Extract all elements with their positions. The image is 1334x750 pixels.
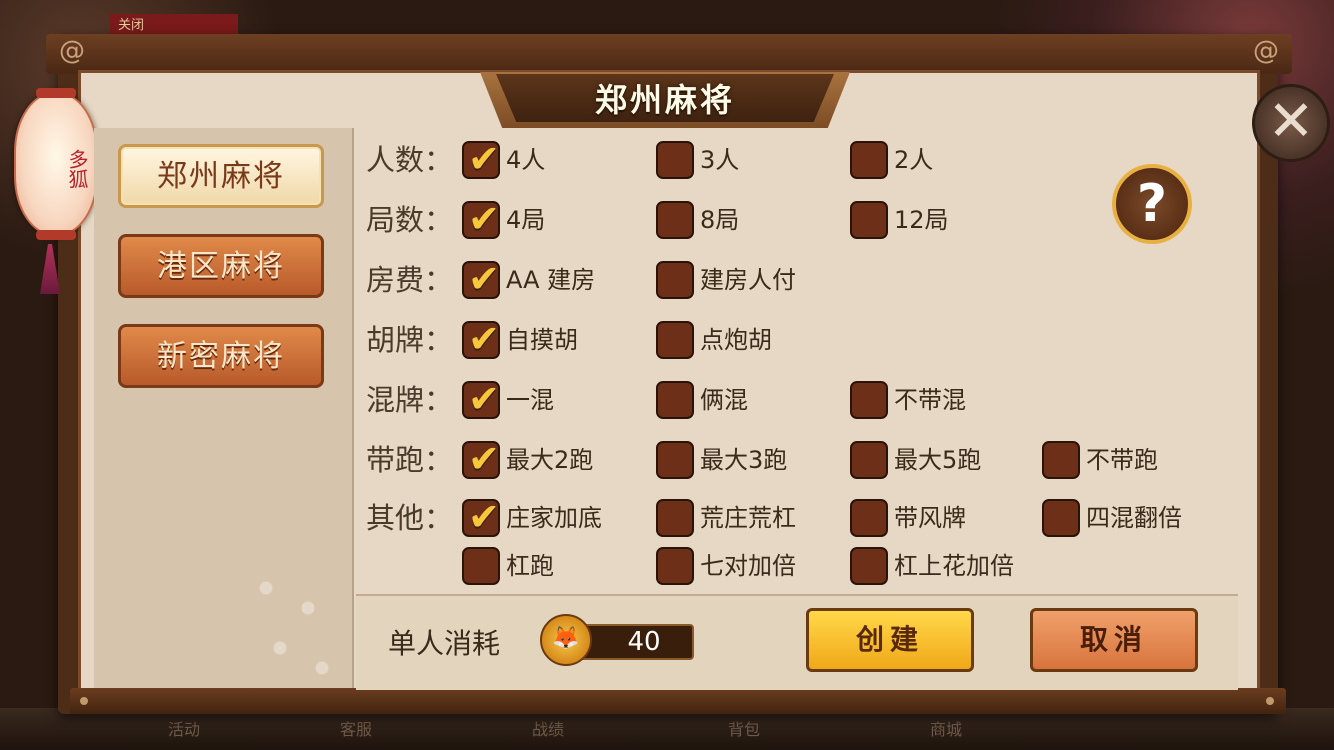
checkmark-icon: ✔ (468, 137, 500, 181)
option-choice-label[interactable]: 四混翻倍 (1086, 498, 1182, 538)
scroll-ornament-icon: @ (59, 36, 85, 66)
scroll-ornament-icon: @ (1253, 36, 1279, 66)
checkmark-icon: ✔ (468, 257, 500, 301)
lantern-cap (36, 88, 76, 98)
checkmark-icon: ✔ (468, 197, 500, 241)
option-checkbox[interactable] (850, 201, 888, 239)
option-row-label: 其他： (366, 501, 454, 535)
option-choice-label[interactable]: 自摸胡 (506, 320, 578, 360)
checkmark-icon: ✔ (468, 495, 500, 539)
option-checkbox[interactable]: ✔ (462, 437, 500, 481)
option-choice-label[interactable]: 3人 (700, 140, 739, 180)
option-checkbox[interactable] (1042, 499, 1080, 537)
option-choice-label[interactable]: 不带跑 (1086, 440, 1158, 480)
option-choice-label[interactable]: AA 建房 (506, 260, 595, 300)
option-checkbox[interactable] (850, 141, 888, 179)
option-checkbox[interactable] (850, 441, 888, 479)
option-choice-label[interactable]: 俩混 (700, 380, 748, 420)
bottom-nav-item[interactable]: 商城 (930, 716, 962, 740)
option-checkbox[interactable] (850, 547, 888, 585)
option-choice-label[interactable]: 最大3跑 (700, 440, 787, 480)
dialog-title: 郑州麻将 (594, 81, 735, 119)
checkmark-icon: ✔ (468, 317, 500, 361)
option-checkbox[interactable] (850, 499, 888, 537)
option-row-label: 混牌： (366, 383, 454, 417)
option-checkbox[interactable] (656, 141, 694, 179)
option-choice-label[interactable]: 庄家加底 (506, 498, 602, 538)
option-row-label: 带跑： (366, 443, 454, 477)
game-tab-zhengzhou[interactable]: 郑州麻将 (118, 144, 324, 208)
rail-rivet-icon (80, 697, 88, 705)
option-choice-label[interactable]: 最大2跑 (506, 440, 593, 480)
option-checkbox[interactable] (656, 201, 694, 239)
checkmark-icon: ✔ (468, 377, 500, 421)
option-row-label: 房费： (366, 263, 454, 297)
dialog-top-rail (46, 34, 1292, 74)
bottom-nav-item[interactable]: 活动 (168, 716, 200, 740)
bottom-nav-item[interactable]: 战绩 (532, 716, 564, 740)
game-tab-gangqu[interactable]: 港区麻将 (118, 234, 324, 298)
create-button[interactable]: 创建 (806, 608, 974, 672)
option-choice-label[interactable]: 杠上花加倍 (894, 546, 1014, 586)
option-choice-label[interactable]: 点炮胡 (700, 320, 772, 360)
option-checkbox[interactable] (656, 261, 694, 299)
option-checkbox[interactable]: ✔ (462, 137, 500, 181)
close-icon: ✕ (1267, 89, 1315, 154)
fox-coin-icon: 🦊 (540, 614, 592, 666)
option-choice-label[interactable]: 七对加倍 (700, 546, 796, 586)
close-button[interactable]: ✕ (1252, 84, 1330, 162)
option-row-label: 人数： (366, 143, 454, 177)
option-choice-label[interactable]: 一混 (506, 380, 554, 420)
option-checkbox[interactable]: ✔ (462, 257, 500, 301)
option-checkbox[interactable]: ✔ (462, 317, 500, 361)
option-choice-label[interactable]: 8局 (700, 200, 739, 240)
option-choice-label[interactable]: 带风牌 (894, 498, 966, 538)
option-choice-label[interactable]: 建房人付 (700, 260, 796, 300)
option-checkbox[interactable] (656, 547, 694, 585)
cost-label: 单人消耗 (388, 627, 501, 660)
game-type-sidebar (94, 128, 364, 728)
option-choice-label[interactable]: 最大5跑 (894, 440, 981, 480)
option-choice-label[interactable]: 4局 (506, 200, 545, 240)
bottom-nav-item[interactable]: 背包 (728, 716, 760, 740)
lantern-text: 多狐 (65, 149, 89, 189)
rail-rivet-icon (1266, 697, 1274, 705)
option-row-label: 胡牌： (366, 323, 454, 357)
option-checkbox[interactable] (656, 321, 694, 359)
lantern-cap (36, 230, 76, 240)
plum-blossom-decoration (224, 528, 364, 728)
help-button[interactable]: ? (1112, 164, 1192, 244)
option-checkbox[interactable]: ✔ (462, 495, 500, 539)
option-checkbox[interactable] (656, 499, 694, 537)
option-checkbox[interactable] (462, 547, 500, 585)
option-checkbox[interactable]: ✔ (462, 197, 500, 241)
option-row-label: 局数： (366, 203, 454, 237)
cancel-button[interactable]: 取消 (1030, 608, 1198, 672)
option-choice-label[interactable]: 不带混 (894, 380, 966, 420)
game-tab-xinmi[interactable]: 新密麻将 (118, 324, 324, 388)
question-icon: ? (1136, 174, 1168, 234)
option-checkbox[interactable] (1042, 441, 1080, 479)
option-checkbox[interactable] (850, 381, 888, 419)
option-checkbox[interactable]: ✔ (462, 377, 500, 421)
option-choice-label[interactable]: 2人 (894, 140, 933, 180)
lantern-logo: 多狐 (14, 88, 98, 240)
option-choice-label[interactable]: 荒庄荒杠 (700, 498, 796, 538)
bottom-nav: 活动 客服 战绩 背包 商城 (0, 708, 1334, 750)
option-choice-label[interactable]: 杠跑 (506, 546, 554, 586)
option-checkbox[interactable] (656, 441, 694, 479)
option-choice-label[interactable]: 12局 (894, 200, 949, 240)
option-checkbox[interactable] (656, 381, 694, 419)
checkmark-icon: ✔ (468, 437, 500, 481)
option-choice-label[interactable]: 4人 (506, 140, 545, 180)
